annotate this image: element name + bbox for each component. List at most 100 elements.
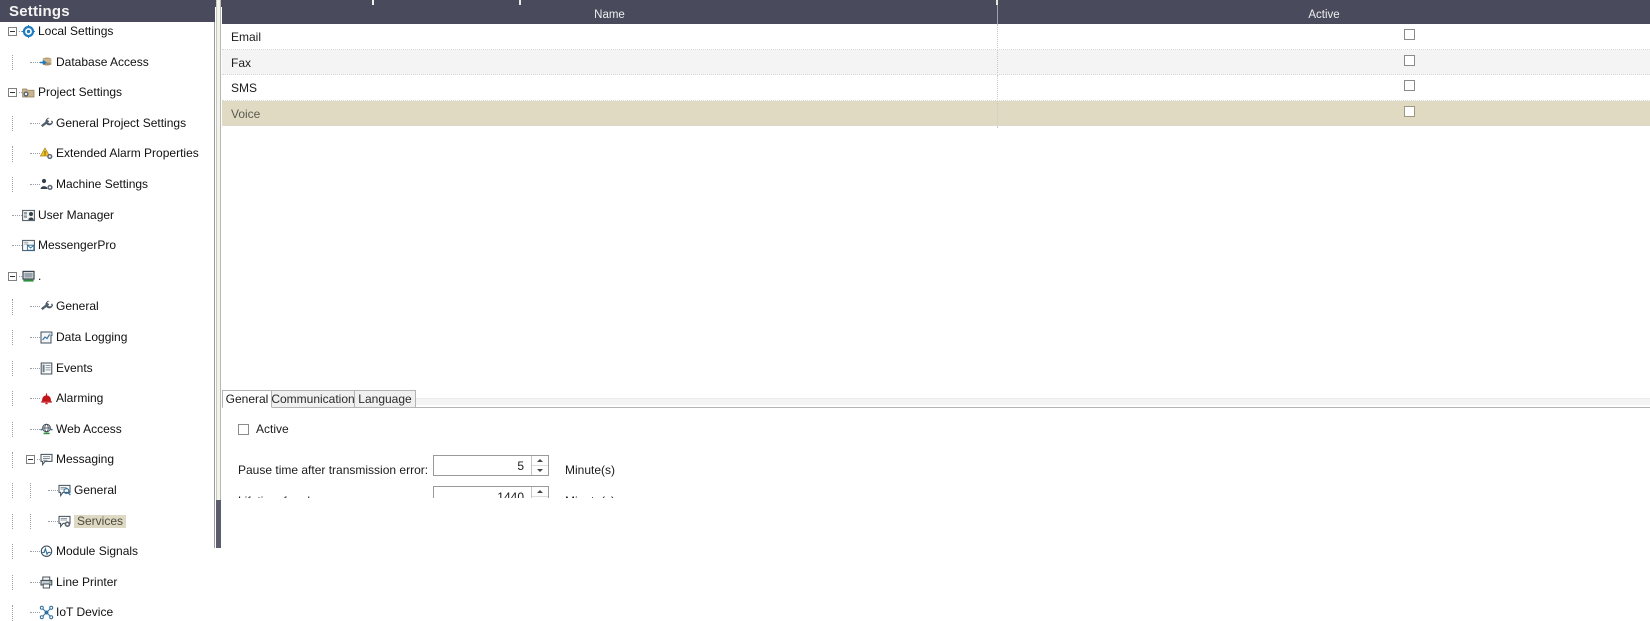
sidebar-item-label: Machine Settings bbox=[56, 176, 149, 191]
sidebar-item-label: General Project Settings bbox=[56, 115, 187, 130]
cell-divider bbox=[997, 100, 999, 126]
stepper-up-button[interactable] bbox=[532, 456, 548, 466]
sidebar-item-user-manager[interactable]: User Manager bbox=[0, 208, 215, 223]
active-checkbox[interactable] bbox=[238, 424, 249, 435]
table-row[interactable]: Fax bbox=[222, 49, 1650, 75]
sidebar-splitter[interactable] bbox=[216, 0, 221, 548]
sidebar-item-project-settings[interactable]: Project Settings bbox=[0, 85, 215, 100]
sidebar-item-web-access[interactable]: Web Access bbox=[0, 421, 215, 438]
stepper-down-button[interactable] bbox=[532, 466, 548, 475]
sidebar-header: Settings bbox=[0, 0, 215, 22]
iot-device-icon bbox=[39, 606, 54, 620]
tab-general[interactable]: General bbox=[222, 390, 272, 408]
stepper-buttons[interactable] bbox=[531, 456, 548, 475]
sidebar-item-label: MessengerPro bbox=[38, 238, 117, 253]
sidebar-item-data-logging[interactable]: Data Logging bbox=[0, 329, 215, 346]
collapse-toggle-icon[interactable] bbox=[26, 455, 35, 465]
collapse-toggle-icon[interactable] bbox=[8, 271, 17, 281]
column-header-name[interactable]: Name bbox=[222, 5, 997, 24]
tree-guide bbox=[30, 612, 40, 614]
sidebar-item-local-settings[interactable]: Local Settings bbox=[0, 24, 215, 39]
tree-guide bbox=[48, 489, 58, 492]
active-checkbox-label: Active bbox=[256, 422, 289, 436]
sidebar-item-messaging[interactable]: Messaging bbox=[0, 452, 215, 468]
settings-tree[interactable]: Local Settings Database Access Project Set… bbox=[0, 24, 215, 621]
tree-guide bbox=[12, 391, 14, 407]
table-row[interactable]: Voice bbox=[222, 100, 1650, 126]
sidebar-item-[interactable]: . bbox=[0, 269, 215, 284]
sidebar-item-label: Services bbox=[74, 514, 127, 528]
settings-sidebar: Settings Local Settings Database Access Pr… bbox=[0, 0, 215, 621]
cell-divider bbox=[997, 49, 999, 75]
sidebar-item-label: Line Printer bbox=[56, 574, 118, 589]
main-panel: Name Active EmailFaxSMSVoiceRemote Confi… bbox=[222, 0, 1650, 548]
tree-guide bbox=[12, 482, 14, 499]
tree-guide bbox=[12, 574, 14, 591]
tab-communication[interactable]: Communication bbox=[271, 390, 355, 408]
collapse-toggle-icon[interactable] bbox=[8, 88, 17, 98]
service-active-checkbox[interactable] bbox=[1404, 29, 1415, 40]
sidebar-item-alarming[interactable]: Alarming bbox=[0, 391, 215, 407]
tree-guide bbox=[12, 146, 14, 162]
service-name-cell: Email bbox=[231, 30, 262, 44]
sidebar-item-label: Alarming bbox=[56, 391, 104, 406]
tree-guide bbox=[30, 581, 40, 584]
numeric-stepper[interactable]: 5 bbox=[433, 455, 549, 476]
computer-icon bbox=[22, 270, 35, 283]
stepper-up-button[interactable] bbox=[532, 487, 548, 497]
service-name-cell: Fax bbox=[231, 55, 252, 70]
column-header-active[interactable]: Active bbox=[998, 5, 1650, 24]
tree-guide bbox=[12, 245, 22, 247]
sidebar-item-label: . bbox=[38, 268, 42, 283]
tree-guide bbox=[12, 452, 14, 468]
service-active-checkbox[interactable] bbox=[1404, 54, 1415, 66]
sidebar-item-label: Web Access bbox=[56, 421, 122, 436]
tab-language[interactable]: Language bbox=[354, 390, 416, 408]
sidebar-item-general[interactable]: General bbox=[0, 299, 215, 315]
sidebar-item-line-printer[interactable]: Line Printer bbox=[0, 574, 215, 591]
sidebar-item-events[interactable]: Events bbox=[0, 360, 215, 376]
sidebar-item-extended-alarm-properties[interactable]: Extended Alarm Properties bbox=[0, 146, 215, 162]
sidebar-item-services[interactable]: Services bbox=[0, 513, 215, 529]
sidebar-item-module-signals[interactable]: Module Signals bbox=[0, 544, 215, 560]
tree-guide bbox=[30, 428, 40, 431]
sidebar-item-messengerpro[interactable]: MessengerPro bbox=[0, 238, 215, 253]
tab-label: Communication bbox=[271, 392, 355, 406]
tree-guide bbox=[12, 115, 14, 132]
services-grid-body[interactable]: EmailFaxSMSVoiceRemote Confirmation bbox=[222, 24, 1650, 152]
collapse-toggle-icon[interactable] bbox=[8, 27, 17, 36]
sidebar-item-general-project-settings[interactable]: General Project Settings bbox=[0, 115, 215, 132]
alarm-bell-icon bbox=[40, 392, 53, 405]
sidebar-item-database-access[interactable]: Database Access bbox=[0, 54, 215, 70]
tree-guide bbox=[12, 513, 14, 529]
service-name-cell: SMS bbox=[231, 81, 258, 95]
tree-guide bbox=[30, 336, 40, 339]
stepper-value[interactable]: 5 bbox=[517, 459, 524, 473]
wrench-icon bbox=[40, 300, 53, 313]
sidebar-item-iot-device[interactable]: IoT Device bbox=[0, 605, 215, 621]
tree-guide bbox=[30, 153, 40, 155]
service-active-checkbox[interactable] bbox=[1404, 105, 1415, 117]
table-row[interactable]: SMS bbox=[222, 75, 1650, 101]
tree-guide bbox=[12, 360, 14, 376]
cell-divider bbox=[997, 24, 999, 50]
sidebar-splitter-footer bbox=[216, 500, 221, 548]
message-bubble-icon bbox=[40, 453, 53, 467]
detail-tabstrip[interactable]: General Communication Language bbox=[222, 390, 1650, 408]
machine-user-icon bbox=[40, 178, 53, 191]
sidebar-item-label: Project Settings bbox=[38, 85, 123, 100]
message-gear-icon bbox=[58, 515, 71, 528]
tree-guide bbox=[12, 54, 14, 70]
alarm-warning-icon bbox=[39, 147, 53, 160]
cell-divider bbox=[997, 75, 999, 101]
project-gear-icon bbox=[22, 86, 35, 99]
sidebar-item-label: Messaging bbox=[56, 452, 115, 467]
service-active-checkbox[interactable] bbox=[1404, 80, 1415, 91]
table-row[interactable]: Email bbox=[222, 24, 1650, 50]
sidebar-item-machine-settings[interactable]: Machine Settings bbox=[0, 176, 215, 193]
sidebar-item-general[interactable]: General bbox=[0, 482, 215, 499]
main-bottom-area bbox=[222, 498, 1650, 548]
field-label: Pause time after transmission error: bbox=[238, 463, 429, 477]
sidebar-item-label: General bbox=[56, 299, 99, 314]
user-manager-icon bbox=[22, 209, 35, 222]
